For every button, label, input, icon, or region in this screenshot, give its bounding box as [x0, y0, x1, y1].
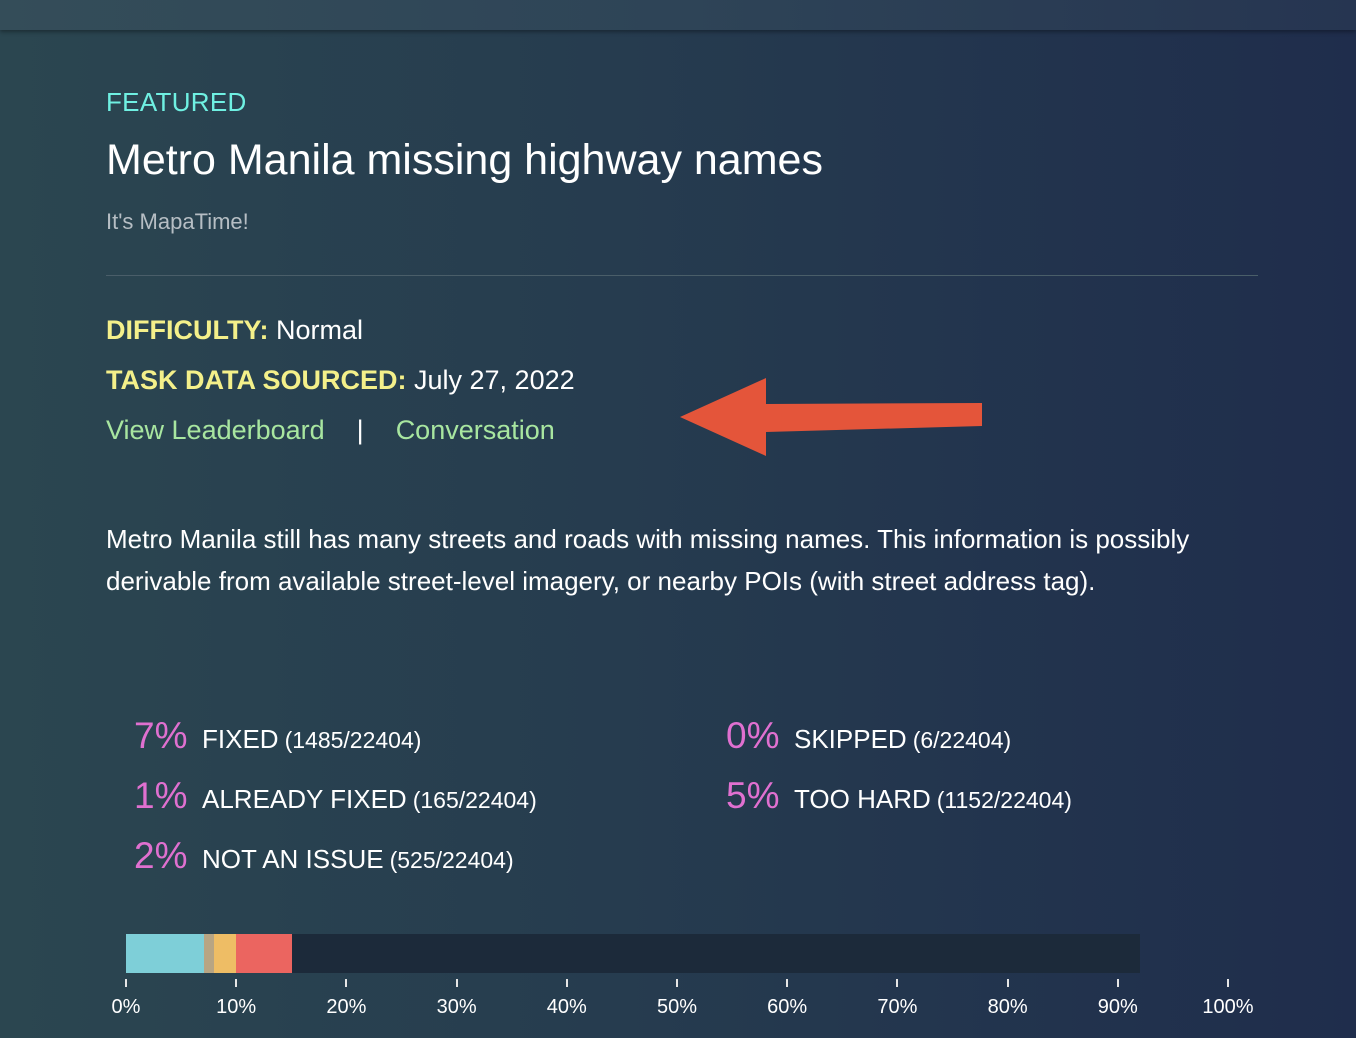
axis-tick [1116, 979, 1119, 987]
stat-count: (1152/22404) [936, 787, 1072, 813]
view-leaderboard-link[interactable]: View Leaderboard [106, 415, 325, 445]
challenge-description: Metro Manila still has many streets and … [106, 524, 1190, 596]
divider [106, 275, 1258, 276]
stat-percent: 1% [134, 775, 188, 816]
sourced-value: July 27, 2022 [414, 365, 575, 395]
axis-tick-label: 60% [767, 996, 808, 1018]
stat-not-an-issue: 2% NOT AN ISSUE (525/22404) [134, 835, 514, 877]
stat-already-fixed: 1% ALREADY FIXED (165/22404) [134, 775, 537, 817]
stat-name: NOT AN ISSUE [202, 844, 384, 874]
progress-axis: 0% 10% 20% 30% 40% 50% 60% 70% 80% 90% 100% [0, 973, 1356, 1038]
challenge-subtitle: It's MapaTime! [106, 209, 249, 234]
axis-tick-label: 0% [111, 996, 141, 1018]
axis-tick [786, 979, 789, 987]
progress-segment-too-hard [236, 934, 293, 973]
axis-tick-label: 100% [1202, 996, 1254, 1018]
stat-count: (525/22404) [389, 847, 514, 873]
stat-percent: 5% [726, 775, 780, 816]
axis-tick [455, 979, 458, 987]
axis-tick [1006, 979, 1009, 987]
sourced-row: TASK DATA SOURCED: July 27, 2022 [106, 365, 575, 396]
challenge-links: View Leaderboard | Conversation [106, 415, 555, 446]
axis-tick-label: 30% [436, 996, 477, 1018]
axis-tick-label: 10% [216, 996, 257, 1018]
axis-tick-label: 70% [877, 996, 918, 1018]
axis-tick-label: 50% [656, 996, 698, 1018]
stat-count: (1485/22404) [284, 727, 422, 753]
progress-bar [126, 934, 1140, 973]
difficulty-value: Normal [275, 315, 363, 345]
axis-tick [125, 979, 127, 987]
stat-percent: 0% [726, 715, 780, 756]
axis-tick-label: 20% [326, 996, 367, 1018]
axis-tick [896, 979, 899, 987]
stat-name: ALREADY FIXED [202, 784, 407, 814]
progress-segment-already-fixed [204, 934, 215, 973]
stat-fixed: 7% FIXED (1485/22404) [134, 715, 421, 757]
stat-name: TOO HARD [794, 784, 931, 814]
stat-too-hard: 5% TOO HARD (1152/22404) [726, 775, 1072, 817]
stat-percent: 7% [134, 715, 188, 756]
top-bar [0, 0, 1356, 30]
axis-tick-label: 40% [546, 996, 587, 1018]
progress-segment-not-an-issue [214, 934, 237, 973]
challenge-title: Metro Manila missing highway names [106, 136, 823, 184]
sourced-label: TASK DATA SOURCED: [106, 365, 407, 395]
axis-tick [565, 979, 568, 987]
annotation-arrow-icon [680, 378, 982, 456]
stat-count: (6/22404) [912, 727, 1012, 753]
axis-tick [676, 979, 678, 987]
axis-tick-label: 80% [987, 996, 1028, 1018]
stat-skipped: 0% SKIPPED (6/22404) [726, 715, 1011, 757]
link-separator: | [356, 415, 364, 445]
conversation-link[interactable]: Conversation [396, 415, 555, 445]
stat-name: FIXED [202, 724, 279, 754]
axis-tick-label: 90% [1097, 996, 1138, 1018]
stat-percent: 2% [134, 835, 188, 876]
featured-badge: FEATURED [106, 87, 247, 117]
axis-tick [345, 979, 348, 987]
stat-count: (165/22404) [412, 787, 537, 813]
axis-tick [235, 979, 238, 987]
axis-tick [1227, 979, 1229, 987]
progress-segment-fixed [126, 934, 205, 973]
difficulty-label: DIFFICULTY: [106, 315, 269, 345]
difficulty-row: DIFFICULTY: Normal [106, 315, 363, 346]
stat-name: SKIPPED [794, 724, 907, 754]
